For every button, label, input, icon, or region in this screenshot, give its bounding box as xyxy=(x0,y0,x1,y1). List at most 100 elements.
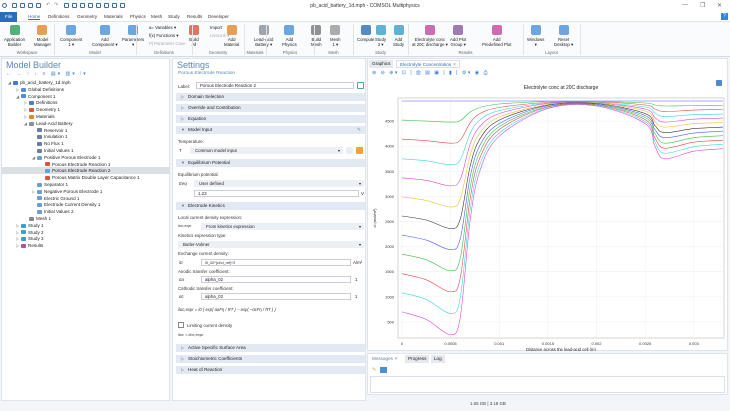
tab-mesh[interactable]: Mesh xyxy=(151,14,162,19)
tab-electrolyte-concentration[interactable]: Electrolyte Concentration ✕ xyxy=(396,60,461,68)
section-surface-area[interactable]: ▷ Active Specific Surface Area xyxy=(176,344,365,352)
tab-study[interactable]: Study xyxy=(168,14,180,19)
show-more-icon[interactable] xyxy=(380,367,387,373)
ribbon-small-button[interactable]: P| Parameter Case xyxy=(149,41,185,46)
ribbon-button-model[interactable]: Model Manager xyxy=(34,25,51,47)
go-to-source-icon[interactable] xyxy=(346,147,353,154)
temperature-select[interactable]: Common model input ▾ xyxy=(190,147,343,154)
butler-volmer-formula: iloc,expr = i0 ( exp( αaFη / RT ) − exp(… xyxy=(178,307,276,312)
alpha-c-unit: 1 xyxy=(355,294,358,299)
ribbon-button-add[interactable]: Add Predefined Plot xyxy=(482,25,511,47)
ribbon-button-build[interactable]: Build All xyxy=(189,25,199,47)
current-icon xyxy=(37,203,42,208)
ribbon-button-add[interactable]: Add Component ▾ xyxy=(92,25,118,47)
ribbon-button-component[interactable]: Component 1 ▾ xyxy=(60,25,82,47)
section-stoichiometric[interactable]: ▷ Stoichiometric Coefficients xyxy=(176,355,365,363)
tab-definitions[interactable]: Definitions xyxy=(48,14,69,19)
i0-input[interactable]: i0_02*(cl/cl_ref)^2 xyxy=(201,259,351,266)
tab-materials[interactable]: Materials xyxy=(104,14,123,19)
alpha-a-input[interactable]: alpha_02 xyxy=(201,276,351,283)
reservoir-icon xyxy=(37,128,42,133)
tab-home[interactable]: Home xyxy=(28,14,41,20)
help-button[interactable]: ? xyxy=(721,13,728,20)
edit-icon[interactable]: ✎ xyxy=(357,126,361,134)
minimize-button[interactable]: — xyxy=(682,2,688,8)
ribbon-group-label: Results xyxy=(458,50,473,55)
section-equation[interactable]: ▷ Equation xyxy=(176,115,365,123)
ribbon-button-lead-acid[interactable]: Lead-Acid Battery ▾ xyxy=(254,25,273,47)
memory-status: 1.65 GB | 3.18 GB xyxy=(470,401,506,406)
section-electrode-kinetics[interactable]: ▼ Electrode Kinetics xyxy=(176,202,365,210)
tree-item-label: Lead-Acid Battery xyxy=(36,120,73,126)
graphics-toolbar[interactable]: ⊕ ⊖ ⊕▾ ⊡ | ▥ ▤ ▣ | ▮ | ⚙▾ ◉ ⎙ xyxy=(372,70,489,76)
ribbon-button-application[interactable]: Application Builder xyxy=(4,25,25,47)
ribbon-button-label: Application Builder xyxy=(4,37,26,47)
tree-item-label: Porous Electrode Reaction 1 xyxy=(52,161,111,167)
section-domain-selection[interactable]: ▷ Domain Selection xyxy=(176,93,365,101)
tab-geometry[interactable]: Geometry xyxy=(77,14,97,19)
local-cd-select[interactable]: From kinetics expression ▾ xyxy=(201,223,364,230)
tab-developer[interactable]: Developer xyxy=(208,14,229,19)
ribbon-small-button[interactable]: LiveLink ▾ xyxy=(210,33,229,38)
label-input[interactable]: Porous Electrode Reaction 2 xyxy=(196,82,354,89)
ribbon-button-add[interactable]: Add Study xyxy=(393,25,404,47)
ribbon-button-study[interactable]: Study 3 ▾ xyxy=(375,25,386,47)
close-button[interactable]: ✕ xyxy=(717,2,722,9)
alpha-c-input[interactable]: alpha_02 xyxy=(201,293,351,300)
ribbon-group-label: Definitions xyxy=(154,50,174,55)
tree-item-label: Definitions xyxy=(36,100,58,106)
ribbon-button-electrolyte-conc[interactable]: Electrolyte conc at 20C discharge ▾ xyxy=(412,25,448,47)
section-equilibrium[interactable]: ▼ Equilibrium Potential xyxy=(176,159,365,167)
tab-physics[interactable]: Physics xyxy=(130,14,146,19)
model-builder-toolbar[interactable]: ← → ↑ ↓ ≡ ▤▾ ▥▾ ⦙▾ xyxy=(6,71,88,77)
label-reset-icon[interactable] xyxy=(357,82,364,89)
tree-item[interactable]: ▷ Results xyxy=(2,242,170,249)
export-icon[interactable] xyxy=(716,80,722,86)
ribbon-button-parameters[interactable]: Parameters ▾ xyxy=(122,25,144,47)
ribbon-button-build[interactable]: Build Mesh xyxy=(311,25,322,47)
tab-results[interactable]: Results xyxy=(187,14,202,19)
reaction-icon xyxy=(45,169,50,174)
ribbon-icon xyxy=(9,25,20,35)
capacitance-icon xyxy=(45,175,50,180)
materials-icon xyxy=(29,114,34,119)
tab-progress[interactable]: Progress xyxy=(405,355,430,363)
tab-messages[interactable]: Messages ✕ xyxy=(369,355,401,363)
model-icon xyxy=(13,80,18,85)
ribbon-button-windows[interactable]: Windows ▾ xyxy=(527,25,544,47)
ribbon-button-reset[interactable]: Reset Desktop ▾ xyxy=(554,25,573,47)
ribbon-button-mesh[interactable]: Mesh 1 ▾ xyxy=(330,25,341,47)
eq-unit: V xyxy=(361,191,364,196)
ribbon-small-button[interactable]: Import xyxy=(210,25,222,30)
create-variable-icon[interactable] xyxy=(356,147,363,154)
temperature-label: Temperature: xyxy=(178,139,204,144)
clear-icon[interactable]: ✎ xyxy=(372,367,376,373)
eq-symbol: Eeq xyxy=(179,181,187,186)
alpha-a-unit: 1 xyxy=(355,277,358,282)
tree-item-label: Porous Electrode Reaction 2 xyxy=(52,168,111,174)
ribbon-small-button[interactable]: a= Variables ▾ xyxy=(149,25,176,30)
section-override[interactable]: ▷ Override and Contribution xyxy=(176,104,365,112)
ribbon-small-button[interactable]: f(x) Functions ▾ xyxy=(149,33,178,38)
close-tab-icon[interactable]: ✕ xyxy=(394,356,398,361)
ribbon: Application Builder Model Manager Componen… xyxy=(0,22,730,57)
ribbon-button-compute[interactable]: Compute xyxy=(357,25,374,42)
eq-mode-select[interactable]: User defined ▾ xyxy=(194,180,364,187)
tree-item-label: Mesh 1 xyxy=(36,216,52,221)
window-title: pb_acid_battery_1d.mph - COMSOL Multiphy… xyxy=(310,3,420,9)
section-model-input[interactable]: ▼ Model Input ✎ xyxy=(176,126,365,134)
tab-graphics[interactable]: Graphics xyxy=(369,60,394,68)
restore-button[interactable]: ❐ xyxy=(700,2,705,9)
ribbon-button-add[interactable]: Add Physics xyxy=(282,25,297,47)
tab-file[interactable]: File xyxy=(0,12,18,22)
geometry-icon xyxy=(29,107,34,112)
section-heat-of-reaction[interactable]: ▷ Heat of Reaction xyxy=(176,366,365,374)
ribbon-button-add-plot[interactable]: Add Plot Group ▾ xyxy=(450,25,466,47)
ribbon-icon xyxy=(284,25,295,35)
tab-log[interactable]: Log xyxy=(431,355,445,363)
limiting-checkbox[interactable] xyxy=(178,322,184,328)
eq-value-input[interactable]: 1.23 xyxy=(194,190,359,197)
ribbon-icon xyxy=(393,25,404,35)
close-tab-icon[interactable]: ✕ xyxy=(453,62,457,67)
kin-type-select[interactable]: Butler-Volmer ▾ xyxy=(178,241,364,248)
